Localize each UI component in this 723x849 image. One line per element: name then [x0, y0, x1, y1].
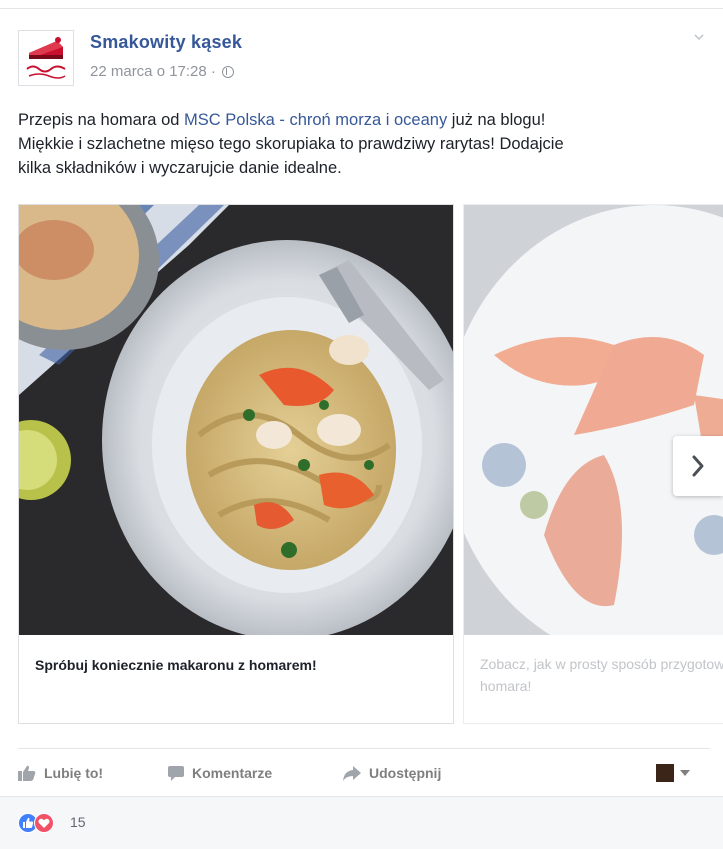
post-text-line-2: Miękkie i szlachetne mięso tego skorupia… — [18, 135, 564, 153]
card-1-title[interactable]: Spróbuj koniecznie makaronu z homarem! — [35, 657, 435, 673]
viewer-avatar — [656, 764, 674, 782]
share-label: Udostępnij — [369, 765, 442, 781]
page-avatar[interactable] — [18, 30, 74, 86]
reaction-icons[interactable] — [18, 813, 54, 833]
msc-polska-link[interactable]: MSC Polska - chroń morza i oceany — [184, 111, 447, 129]
caret-down-icon — [680, 770, 690, 776]
post-options-chevron-icon[interactable] — [694, 32, 704, 42]
lobster-pasta-photo — [19, 205, 453, 635]
card-2-image[interactable] — [464, 205, 723, 635]
reactions-bar: 15 — [0, 796, 723, 849]
globe-icon — [221, 65, 234, 78]
share-arrow-icon — [343, 765, 361, 781]
reaction-count[interactable]: 15 — [70, 814, 86, 830]
post-text-line-3: kilka składników i wyczarujcie danie ide… — [18, 159, 342, 177]
post-text: Przepis na homara od MSC Polska - chroń … — [18, 108, 718, 180]
lobster-plate-photo — [464, 205, 723, 635]
chevron-right-icon — [692, 455, 704, 477]
actions-divider — [18, 748, 710, 749]
card-2-title[interactable]: Zobacz, jak w prosty sposób przygotować … — [480, 653, 723, 697]
share-button[interactable]: Udostępnij — [343, 760, 441, 786]
comment-bubble-icon — [168, 765, 184, 781]
facebook-post: Smakowity kąsek 22 marca o 17:28 · Przep… — [0, 0, 723, 849]
page-name-link[interactable]: Smakowity kąsek — [90, 32, 242, 53]
post-action-bar: Lubię to! Komentarze Udostępnij — [18, 760, 710, 786]
love-reaction-icon — [34, 813, 54, 833]
like-label: Lubię to! — [44, 765, 104, 781]
carousel-card-1[interactable]: Spróbuj koniecznie makaronu z homarem! — [18, 204, 454, 724]
cake-logo-icon — [19, 31, 73, 85]
comment-button[interactable]: Komentarze — [168, 760, 272, 786]
post-text-line-1: Przepis na homara od MSC Polska - chroń … — [18, 111, 546, 129]
post-meta: 22 marca o 17:28 · — [90, 63, 234, 80]
like-button[interactable]: Lubię to! — [18, 760, 103, 786]
thumbs-up-icon — [18, 765, 36, 781]
post-top-divider — [0, 8, 723, 9]
carousel-next-button[interactable] — [673, 436, 723, 496]
post-timestamp[interactable]: 22 marca o 17:28 · — [90, 63, 216, 80]
card-1-image[interactable] — [19, 205, 453, 635]
link-carousel: Spróbuj koniecznie makaronu z homarem! Z… — [18, 204, 723, 726]
post-as-selector[interactable] — [656, 760, 690, 786]
comment-label: Komentarze — [192, 765, 273, 781]
